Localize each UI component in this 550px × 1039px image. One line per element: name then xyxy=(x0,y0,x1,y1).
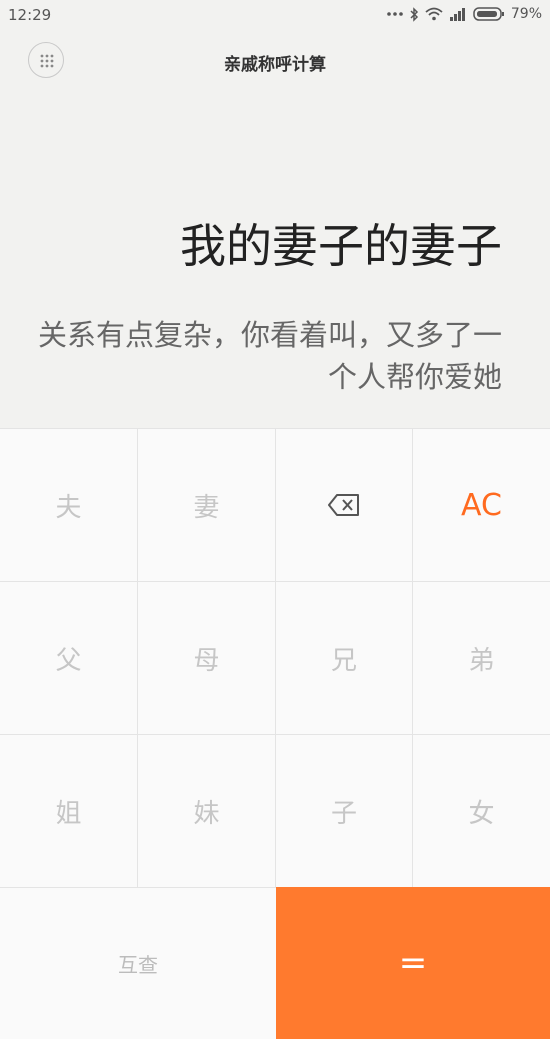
app-header: 亲戚称呼计算 xyxy=(0,32,550,92)
keypad: 夫 妻 AC 父 母 兄 弟 姐 妹 子 女 互查 = xyxy=(0,428,550,1039)
result-description: 关系有点复杂，你看着叫，又多了一个人帮你爱她 xyxy=(37,318,502,394)
signal-icon xyxy=(449,7,467,21)
key-younger-sister[interactable]: 妹 xyxy=(138,734,276,887)
key-son[interactable]: 子 xyxy=(276,734,413,887)
status-icons: 79% xyxy=(387,6,542,22)
wifi-icon xyxy=(425,7,443,21)
mutual-lookup-button[interactable]: 互查 xyxy=(0,887,276,1039)
bluetooth-icon xyxy=(409,6,419,22)
equals-button[interactable]: = xyxy=(276,887,550,1039)
battery-percent: 79% xyxy=(510,6,542,22)
battery-icon xyxy=(473,7,505,21)
key-younger-brother[interactable]: 弟 xyxy=(413,581,550,734)
backspace-button[interactable] xyxy=(276,428,413,581)
more-dots-icon xyxy=(387,11,403,17)
key-wife[interactable]: 妻 xyxy=(138,428,276,581)
result-relation: 我的妻子的妻子 xyxy=(180,219,502,273)
key-mother[interactable]: 母 xyxy=(138,581,276,734)
key-husband[interactable]: 夫 xyxy=(0,428,138,581)
clear-all-button[interactable]: AC xyxy=(413,428,550,581)
key-daughter[interactable]: 女 xyxy=(413,734,550,887)
app-title: 亲戚称呼计算 xyxy=(224,55,326,75)
backspace-icon xyxy=(328,494,359,516)
key-older-brother[interactable]: 兄 xyxy=(276,581,413,734)
key-older-sister[interactable]: 姐 xyxy=(0,734,138,887)
status-time: 12:29 xyxy=(8,6,52,24)
status-bar: 12:29 79% xyxy=(0,0,550,32)
key-father[interactable]: 父 xyxy=(0,581,138,734)
